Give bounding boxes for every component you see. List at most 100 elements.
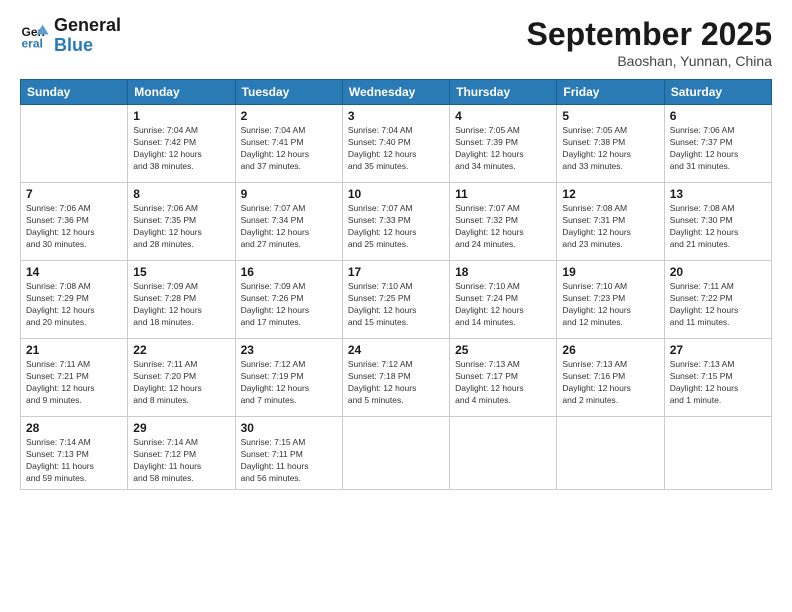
- calendar-day-header: Wednesday: [342, 80, 449, 105]
- page: Gen eral General Blue September 2025 Bao…: [0, 0, 792, 612]
- day-info: Sunrise: 7:05 AMSunset: 7:39 PMDaylight:…: [455, 125, 551, 173]
- logo-icon: Gen eral: [20, 21, 50, 51]
- calendar-week-row: 21 Sunrise: 7:11 AMSunset: 7:21 PMDayligh…: [21, 339, 772, 417]
- day-info: Sunrise: 7:08 AMSunset: 7:29 PMDaylight:…: [26, 281, 122, 329]
- calendar-day-cell: 30 Sunrise: 7:15 AMSunset: 7:11 PMDayligh…: [235, 417, 342, 490]
- day-info: Sunrise: 7:12 AMSunset: 7:18 PMDaylight:…: [348, 359, 444, 407]
- calendar-day-cell: 7 Sunrise: 7:06 AMSunset: 7:36 PMDaylight…: [21, 183, 128, 261]
- day-number: 27: [670, 343, 766, 357]
- calendar-day-cell: 28 Sunrise: 7:14 AMSunset: 7:13 PMDayligh…: [21, 417, 128, 490]
- day-number: 24: [348, 343, 444, 357]
- day-info: Sunrise: 7:13 AMSunset: 7:16 PMDaylight:…: [562, 359, 658, 407]
- day-number: 12: [562, 187, 658, 201]
- day-info: Sunrise: 7:08 AMSunset: 7:30 PMDaylight:…: [670, 203, 766, 251]
- day-info: Sunrise: 7:14 AMSunset: 7:12 PMDaylight:…: [133, 437, 229, 485]
- calendar-day-cell: [557, 417, 664, 490]
- day-info: Sunrise: 7:09 AMSunset: 7:28 PMDaylight:…: [133, 281, 229, 329]
- day-info: Sunrise: 7:09 AMSunset: 7:26 PMDaylight:…: [241, 281, 337, 329]
- day-number: 14: [26, 265, 122, 279]
- calendar-day-cell: [21, 105, 128, 183]
- calendar-day-cell: 19 Sunrise: 7:10 AMSunset: 7:23 PMDayligh…: [557, 261, 664, 339]
- day-number: 30: [241, 421, 337, 435]
- day-number: 3: [348, 109, 444, 123]
- day-number: 16: [241, 265, 337, 279]
- calendar-header-row: SundayMondayTuesdayWednesdayThursdayFrid…: [21, 80, 772, 105]
- calendar-week-row: 28 Sunrise: 7:14 AMSunset: 7:13 PMDayligh…: [21, 417, 772, 490]
- calendar-day-cell: 24 Sunrise: 7:12 AMSunset: 7:18 PMDayligh…: [342, 339, 449, 417]
- day-info: Sunrise: 7:07 AMSunset: 7:33 PMDaylight:…: [348, 203, 444, 251]
- title-block: September 2025 Baoshan, Yunnan, China: [527, 16, 772, 69]
- day-number: 7: [26, 187, 122, 201]
- calendar-day-cell: 5Sunrise: 7:05 AMSunset: 7:38 PMDaylight…: [557, 105, 664, 183]
- day-number: 17: [348, 265, 444, 279]
- calendar-day-cell: 29 Sunrise: 7:14 AMSunset: 7:12 PMDayligh…: [128, 417, 235, 490]
- calendar-day-cell: [450, 417, 557, 490]
- day-number: 15: [133, 265, 229, 279]
- calendar-day-cell: 2Sunrise: 7:04 AMSunset: 7:41 PMDaylight…: [235, 105, 342, 183]
- calendar-day-cell: 25Sunrise: 7:13 AMSunset: 7:17 PMDayligh…: [450, 339, 557, 417]
- calendar-day-cell: 3 Sunrise: 7:04 AMSunset: 7:40 PMDaylight…: [342, 105, 449, 183]
- svg-text:eral: eral: [22, 36, 43, 50]
- day-info: Sunrise: 7:04 AMSunset: 7:42 PMDaylight:…: [133, 125, 229, 173]
- calendar-day-cell: 6Sunrise: 7:06 AMSunset: 7:37 PMDaylight…: [664, 105, 771, 183]
- logo-text-line1: General: [54, 16, 121, 36]
- calendar-day-header: Thursday: [450, 80, 557, 105]
- day-number: 20: [670, 265, 766, 279]
- day-info: Sunrise: 7:11 AMSunset: 7:21 PMDaylight:…: [26, 359, 122, 407]
- calendar-week-row: 1Sunrise: 7:04 AMSunset: 7:42 PMDaylight…: [21, 105, 772, 183]
- calendar-day-cell: 20 Sunrise: 7:11 AMSunset: 7:22 PMDayligh…: [664, 261, 771, 339]
- day-info: Sunrise: 7:14 AMSunset: 7:13 PMDaylight:…: [26, 437, 122, 485]
- day-info: Sunrise: 7:12 AMSunset: 7:19 PMDaylight:…: [241, 359, 337, 407]
- day-number: 18: [455, 265, 551, 279]
- calendar-day-cell: 8Sunrise: 7:06 AMSunset: 7:35 PMDaylight…: [128, 183, 235, 261]
- day-info: Sunrise: 7:15 AMSunset: 7:11 PMDaylight:…: [241, 437, 337, 485]
- day-number: 29: [133, 421, 229, 435]
- calendar-day-header: Tuesday: [235, 80, 342, 105]
- calendar-day-cell: 26 Sunrise: 7:13 AMSunset: 7:16 PMDayligh…: [557, 339, 664, 417]
- calendar-day-header: Sunday: [21, 80, 128, 105]
- day-info: Sunrise: 7:06 AMSunset: 7:36 PMDaylight:…: [26, 203, 122, 251]
- calendar-day-header: Friday: [557, 80, 664, 105]
- day-number: 9: [241, 187, 337, 201]
- day-number: 5: [562, 109, 658, 123]
- calendar-day-cell: 21 Sunrise: 7:11 AMSunset: 7:21 PMDayligh…: [21, 339, 128, 417]
- calendar-day-cell: 9Sunrise: 7:07 AMSunset: 7:34 PMDaylight…: [235, 183, 342, 261]
- day-number: 6: [670, 109, 766, 123]
- calendar-day-cell: 17Sunrise: 7:10 AMSunset: 7:25 PMDayligh…: [342, 261, 449, 339]
- calendar-day-cell: 10 Sunrise: 7:07 AMSunset: 7:33 PMDayligh…: [342, 183, 449, 261]
- day-number: 26: [562, 343, 658, 357]
- day-number: 23: [241, 343, 337, 357]
- calendar-week-row: 14 Sunrise: 7:08 AMSunset: 7:29 PMDayligh…: [21, 261, 772, 339]
- calendar-day-cell: 23 Sunrise: 7:12 AMSunset: 7:19 PMDayligh…: [235, 339, 342, 417]
- day-info: Sunrise: 7:04 AMSunset: 7:40 PMDaylight:…: [348, 125, 444, 173]
- calendar-day-cell: 22Sunrise: 7:11 AMSunset: 7:20 PMDayligh…: [128, 339, 235, 417]
- day-info: Sunrise: 7:13 AMSunset: 7:15 PMDaylight:…: [670, 359, 766, 407]
- calendar-day-cell: 16 Sunrise: 7:09 AMSunset: 7:26 PMDayligh…: [235, 261, 342, 339]
- header: Gen eral General Blue September 2025 Bao…: [20, 16, 772, 69]
- calendar-week-row: 7 Sunrise: 7:06 AMSunset: 7:36 PMDaylight…: [21, 183, 772, 261]
- day-info: Sunrise: 7:08 AMSunset: 7:31 PMDaylight:…: [562, 203, 658, 251]
- calendar-day-cell: 1Sunrise: 7:04 AMSunset: 7:42 PMDaylight…: [128, 105, 235, 183]
- day-number: 4: [455, 109, 551, 123]
- calendar-table: SundayMondayTuesdayWednesdayThursdayFrid…: [20, 79, 772, 490]
- logo-text-line2: Blue: [54, 36, 121, 56]
- day-info: Sunrise: 7:10 AMSunset: 7:23 PMDaylight:…: [562, 281, 658, 329]
- day-info: Sunrise: 7:11 AMSunset: 7:22 PMDaylight:…: [670, 281, 766, 329]
- calendar-day-header: Monday: [128, 80, 235, 105]
- day-info: Sunrise: 7:11 AMSunset: 7:20 PMDaylight:…: [133, 359, 229, 407]
- calendar-day-cell: 27 Sunrise: 7:13 AMSunset: 7:15 PMDayligh…: [664, 339, 771, 417]
- calendar-day-cell: 4 Sunrise: 7:05 AMSunset: 7:39 PMDaylight…: [450, 105, 557, 183]
- logo: Gen eral General Blue: [20, 16, 121, 56]
- day-number: 25: [455, 343, 551, 357]
- calendar-day-cell: 12 Sunrise: 7:08 AMSunset: 7:31 PMDayligh…: [557, 183, 664, 261]
- location-subtitle: Baoshan, Yunnan, China: [527, 53, 772, 69]
- month-title: September 2025: [527, 16, 772, 53]
- calendar-day-cell: 14 Sunrise: 7:08 AMSunset: 7:29 PMDayligh…: [21, 261, 128, 339]
- day-number: 19: [562, 265, 658, 279]
- day-number: 2: [241, 109, 337, 123]
- day-number: 13: [670, 187, 766, 201]
- calendar-day-cell: [664, 417, 771, 490]
- day-number: 21: [26, 343, 122, 357]
- day-number: 28: [26, 421, 122, 435]
- day-number: 10: [348, 187, 444, 201]
